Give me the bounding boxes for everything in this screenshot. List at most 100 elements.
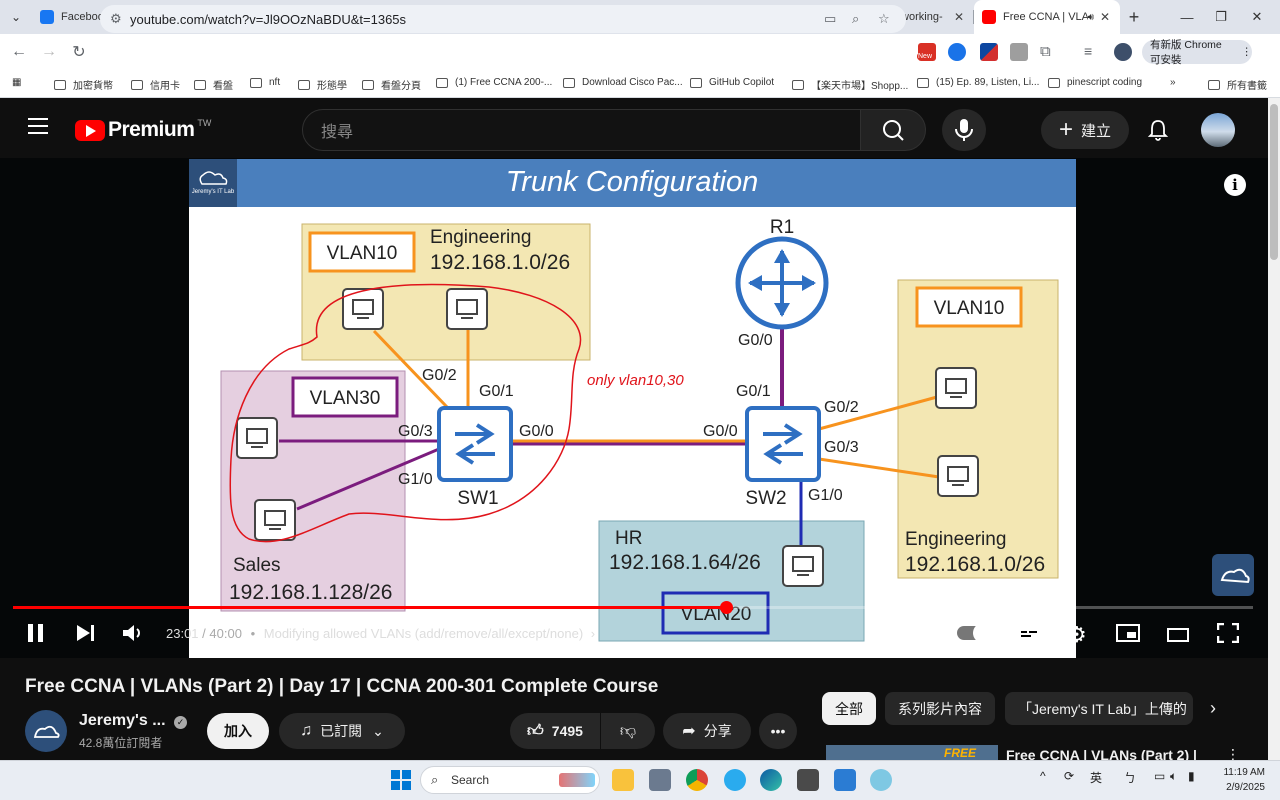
subtitles-icon[interactable] [1017,624,1041,647]
language-indicator[interactable]: 英 [1090,769,1102,786]
extension-circle-icon[interactable] [948,43,966,61]
sync-icon[interactable]: ⟳ [1064,769,1074,783]
settings-gear-icon[interactable]: ⚙ [1067,622,1087,648]
forward-icon[interactable]: → [34,43,64,61]
volume-icon[interactable] [122,624,144,647]
extension-new-icon[interactable]: New [917,43,936,61]
join-button[interactable]: 加入 [207,713,269,749]
like-button[interactable]: 👍︎ 7495 [510,713,600,749]
chrome-icon[interactable] [686,769,708,791]
extension-flag-icon[interactable] [980,43,998,61]
bookmark-item[interactable]: 【楽天市場】Shopp... [792,77,908,92]
bookmark-item[interactable]: (1) Free CCNA 200-... [436,77,552,88]
menu-hamburger-icon[interactable] [28,118,48,134]
search-input[interactable]: 搜尋 [302,109,862,151]
fullscreen-icon[interactable] [1216,622,1240,648]
app-icon[interactable] [649,769,671,791]
bookmark-item[interactable]: 看盤分頁 [362,77,421,92]
extensions-puzzle-icon[interactable]: ⧉ [1040,43,1058,61]
chrome-update-button[interactable]: 有新版 Chrome 可安裝 ⋮ [1142,39,1253,66]
edge-icon[interactable] [760,769,782,791]
channel-avatar[interactable] [25,710,67,752]
next-icon[interactable] [76,624,96,647]
bookmark-item[interactable]: 看盤 [194,77,233,92]
theater-mode-icon[interactable] [1167,626,1189,647]
video-frame[interactable]: Jeremy's IT Lab Trunk Configuration VLAN… [189,159,1076,658]
media-control-icon[interactable]: ≡ [1084,43,1102,61]
audio-playing-icon[interactable]: 🔊︎ [1088,12,1094,23]
bookmarks-overflow-icon[interactable]: » [1170,77,1176,88]
address-bar[interactable]: ⚙ youtube.com/watch?v=Jl9OOzNaBDU&t=1365… [100,5,906,33]
autoplay-toggle[interactable] [957,623,993,643]
next-video-thumbnail[interactable]: FREE [826,745,998,760]
app-globe-icon[interactable] [870,769,892,791]
extension-doc-icon[interactable] [1010,43,1028,61]
close-window-icon[interactable]: ✕ [1234,0,1280,34]
notifications-bell-icon[interactable] [1146,118,1170,142]
tray-overflow-icon[interactable]: ^ [1040,769,1046,783]
more-vert-icon[interactable]: ⋮ [1242,46,1253,58]
chip-uploads[interactable]: 「Jeremy's IT Lab」上傳的 [1005,692,1193,725]
calculator-icon[interactable] [797,769,819,791]
voice-search-button[interactable] [942,109,986,151]
zoom-icon[interactable]: ⌕ [852,11,859,27]
channel-watermark-icon[interactable] [1212,554,1254,596]
pc-icon [937,455,979,497]
dislike-button[interactable]: 👎︎ [601,713,655,749]
clock[interactable]: 11:19 AM 2/9/2025 [1213,765,1265,795]
bookmark-item[interactable]: 形態學 [298,77,347,92]
info-icon[interactable]: i [1224,174,1246,196]
create-button[interactable]: + 建立 [1041,111,1129,149]
lab-logo-text: Jeremy's IT Lab [192,189,235,195]
bookmark-item[interactable]: 所有書籤 [1208,77,1267,92]
profile-avatar-icon[interactable] [1114,43,1132,61]
speaker-icon[interactable]: 🔈︎ [1170,769,1177,784]
chips-next-icon[interactable]: › [1210,698,1216,719]
tab-search-chevron-icon[interactable]: ⌄ [0,0,32,34]
folder-icon [1048,77,1060,88]
channel-name[interactable]: Jeremy's ... ✓ [79,712,187,730]
windows-start-icon[interactable] [390,769,412,791]
chapter-title[interactable]: Modifying allowed VLANs (add/remove/all/… [264,626,583,641]
bookmark-item[interactable]: 加密貨幣 [54,77,113,92]
chip-series[interactable]: 系列影片內容 [885,692,995,725]
youtube-premium-logo[interactable]: Premium TW [75,118,211,142]
chevron-right-icon[interactable]: › [591,626,595,641]
bookmark-label: pinescript coding [1067,77,1143,88]
cast-icon[interactable]: ▭ [824,11,836,27]
telegram-icon[interactable] [724,769,746,791]
apps-grid-icon[interactable]: ▦ [12,77,21,88]
bookmark-item[interactable]: (15) Ep. 89, Listen, Li... [917,77,1039,88]
chip-all[interactable]: 全部 [822,692,876,725]
browser-tab[interactable]: Free CCNA | VLAN 🔊︎ ✕ [974,0,1120,34]
bookmark-item[interactable]: nft [250,77,280,88]
taskbar-search[interactable]: ⌕ Search [420,766,600,794]
bookmark-item[interactable]: GitHub Copilot [690,77,774,88]
bookmark-item[interactable]: pinescript coding [1048,77,1142,88]
search-button[interactable] [860,109,926,151]
back-icon[interactable]: ← [4,43,34,61]
bookmark-item[interactable]: 信用卡 [131,77,180,92]
file-explorer-icon[interactable] [612,769,634,791]
reload-icon[interactable]: ↻ [64,42,94,62]
bookmark-item[interactable]: Download Cisco Pac... [563,77,683,88]
battery-icon[interactable]: ▮ [1188,769,1195,783]
more-actions-button[interactable]: ••• [759,713,797,749]
next-video-title[interactable]: Free CCNA | VLANs (Part 2) | [1006,747,1196,761]
notepad-icon[interactable] [834,769,856,791]
user-avatar[interactable] [1201,113,1235,147]
scrollbar-thumb[interactable] [1270,104,1278,260]
tab-close-icon[interactable]: ✕ [1098,10,1112,24]
new-tab-button[interactable]: + [1120,7,1148,28]
subscribed-button[interactable]: ♫ 已訂閱 ⌄ [279,713,405,749]
site-info-icon[interactable]: ⚙ [110,11,122,27]
share-button[interactable]: ➦ 分享 [663,713,751,749]
tab-close-icon[interactable]: ✕ [952,10,966,24]
network-icon[interactable]: ▭ [1154,769,1165,783]
miniplayer-icon[interactable] [1116,624,1140,647]
pause-icon[interactable] [28,624,43,642]
ime-icon[interactable]: ㄅ [1124,769,1136,786]
folder-icon [362,79,374,90]
bookmark-star-icon[interactable]: ☆ [878,11,890,27]
progress-scrubber[interactable] [720,601,733,614]
